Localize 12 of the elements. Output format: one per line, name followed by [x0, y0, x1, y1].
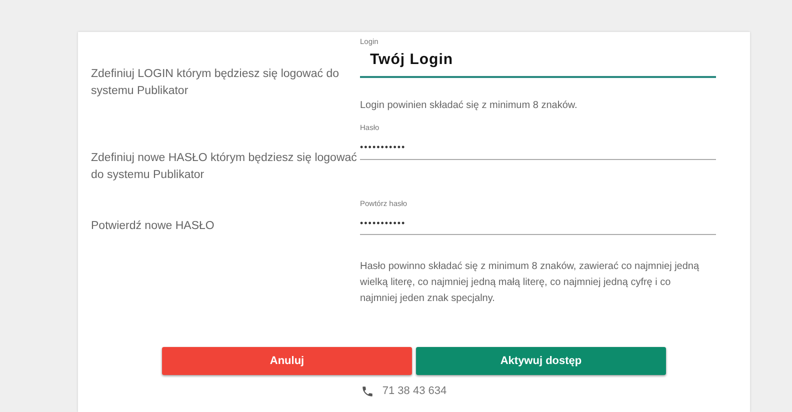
input-field[interactable]: Twój Login: [360, 49, 716, 78]
input-field[interactable]: •••••••••••: [360, 216, 716, 236]
input-field[interactable]: •••••••••••: [360, 141, 716, 160]
field-description: Potwierdź nowe HASŁO: [91, 219, 216, 234]
phone-number: 71 38 43 634: [382, 384, 447, 400]
hint-text: Hasło powinno składać się z minimum 8 znaków, zawierać co najmniej jedną wielką literę, co najmniej jedną małą literę, co najmniej jedną cyfrę i co najmniej jeden znak specjalny.: [360, 260, 700, 306]
field-description: Zdefiniuj nowe HASŁO którym będziesz się logować do systemu Publikator: [91, 151, 358, 183]
hint-text: Login powinien składać się z minimum 8 znaków.: [360, 98, 578, 113]
cancel-button[interactable]: Anuluj: [162, 347, 412, 376]
confirm-button[interactable]: Aktywuj dostęp: [416, 347, 666, 376]
phone-icon: [361, 385, 374, 398]
field-description: Zdefiniuj LOGIN którym będziesz się logować do systemu Publikator: [91, 67, 340, 99]
